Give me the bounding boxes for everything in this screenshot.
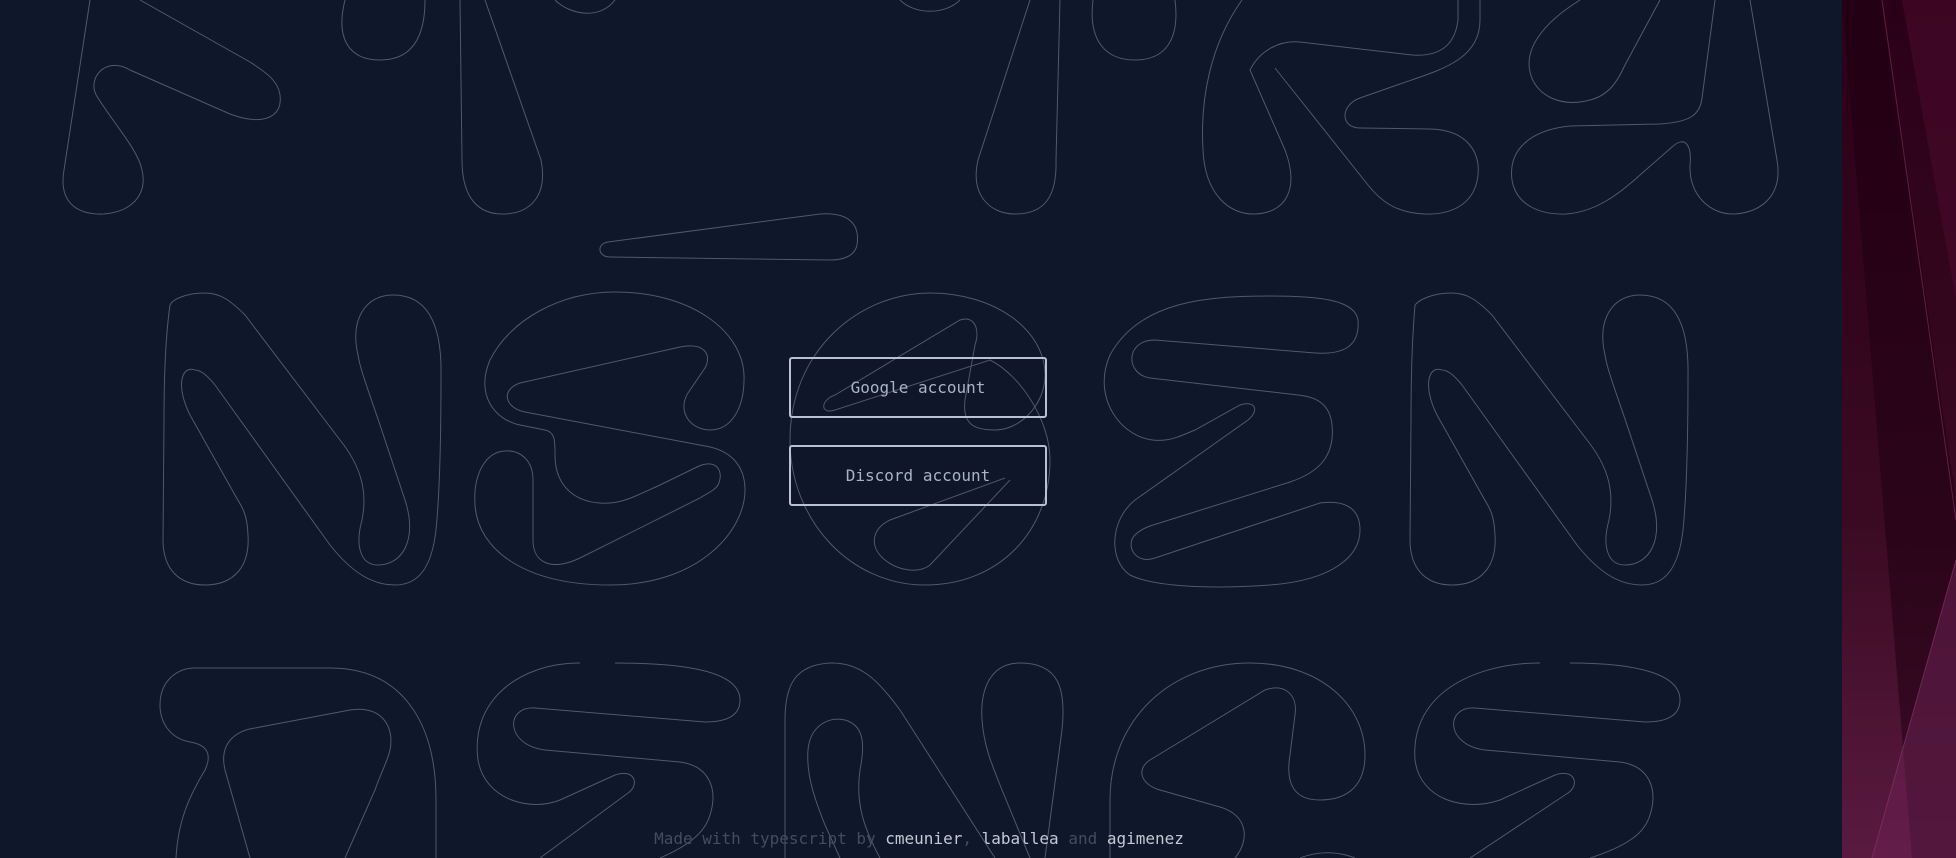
outline-top-t — [899, 0, 1061, 215]
google-login-label: Google account — [850, 378, 986, 397]
page-root: Google account Discord account Made with… — [0, 0, 1956, 858]
author-link-agimenez[interactable]: agimenez — [1107, 829, 1184, 848]
outline-mid-s1 — [474, 291, 746, 586]
outline-mid-o — [789, 292, 1051, 586]
outline-top-i — [341, 0, 543, 215]
outline-mid-s2 — [1103, 295, 1361, 588]
author-link-cmeunier[interactable]: cmeunier — [885, 829, 962, 848]
side-panel-gradient-shapes — [1842, 0, 1956, 858]
discord-login-button[interactable]: Discord account — [789, 445, 1047, 506]
google-login-button[interactable]: Google account — [789, 357, 1047, 418]
outline-dash — [599, 213, 859, 261]
footer-conjunction: and — [1068, 829, 1098, 848]
outline-mid-n1 — [162, 292, 442, 586]
outline-mid-n2 — [1409, 292, 1689, 586]
author-link-laballea[interactable]: laballea — [982, 829, 1059, 848]
discord-login-label: Discord account — [845, 466, 991, 485]
footer-prefix: Made with typescript by — [654, 829, 876, 848]
decorative-letter-outlines — [62, 0, 1779, 858]
outline-top-r — [554, 0, 616, 14]
footer-credits: Made with typescript by cmeunier, laball… — [0, 829, 1838, 848]
footer-separator: , — [962, 829, 972, 848]
outline-top-k — [62, 0, 281, 215]
outline-top-t2 — [1091, 0, 1177, 61]
outline-top-a — [1511, 0, 1779, 215]
outline-top-r2 — [1202, 0, 1481, 215]
side-accent-panel — [1842, 0, 1956, 858]
